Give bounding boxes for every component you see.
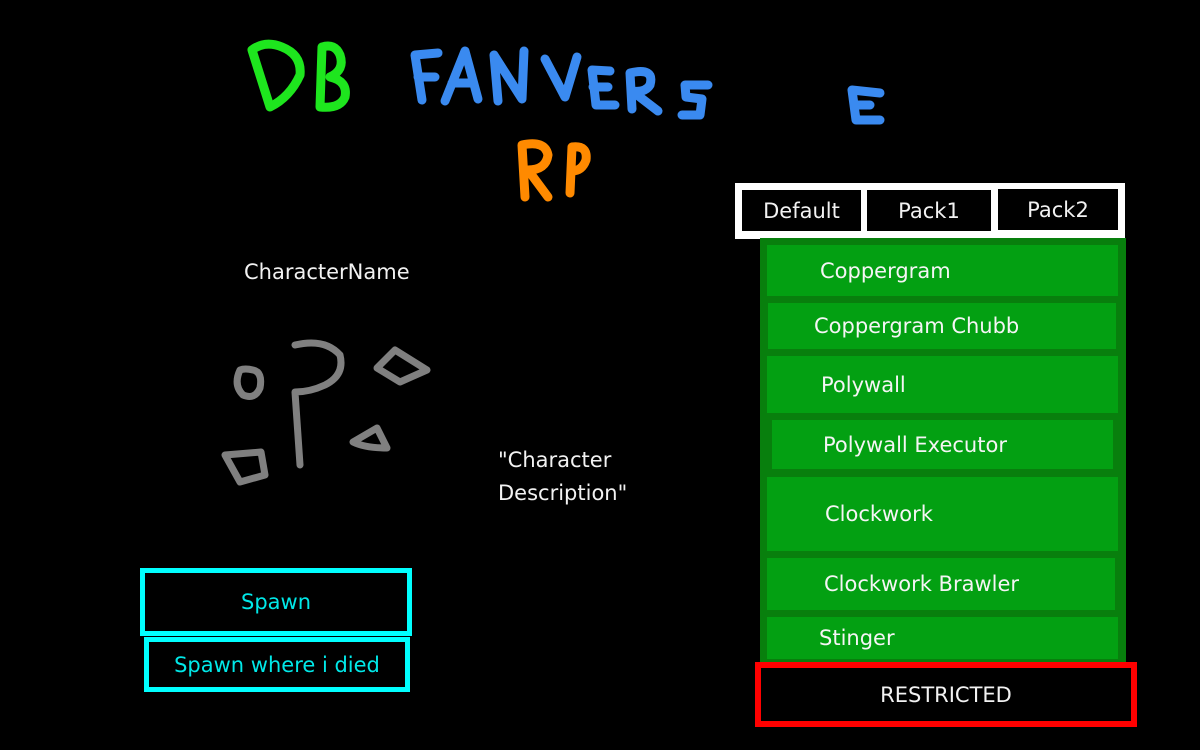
title-db bbox=[247, 39, 350, 112]
list-item-coppergram-chubb[interactable]: Coppergram Chubb bbox=[768, 303, 1116, 349]
list-item-polywall-executor[interactable]: Polywall Executor bbox=[772, 420, 1113, 469]
title-fanverse bbox=[410, 46, 885, 125]
character-name: CharacterName bbox=[244, 260, 410, 284]
tab-default[interactable]: Default bbox=[742, 190, 861, 231]
spawn-button[interactable]: Spawn bbox=[140, 568, 412, 636]
character-description: "Character Description" bbox=[498, 448, 628, 505]
tab-pack1[interactable]: Pack1 bbox=[867, 190, 991, 231]
character-list: Coppergram Coppergram Chubb Polywall Pol… bbox=[760, 238, 1126, 662]
tab-pack2[interactable]: Pack2 bbox=[998, 189, 1118, 230]
list-item-polywall[interactable]: Polywall bbox=[767, 356, 1118, 413]
character-portrait-icon bbox=[221, 339, 431, 486]
spawn-where-died-button[interactable]: Spawn where i died bbox=[144, 637, 410, 692]
list-item-clockwork-brawler[interactable]: Clockwork Brawler bbox=[767, 558, 1115, 610]
pack-tab-bar: Default Pack1 Pack2 bbox=[735, 183, 1125, 239]
list-item-stinger[interactable]: Stinger bbox=[767, 617, 1118, 659]
list-item-coppergram[interactable]: Coppergram bbox=[767, 245, 1118, 296]
restricted-button[interactable]: RESTRICTED bbox=[755, 662, 1137, 727]
title-rp bbox=[517, 139, 591, 202]
list-item-clockwork[interactable]: Clockwork bbox=[767, 477, 1118, 551]
